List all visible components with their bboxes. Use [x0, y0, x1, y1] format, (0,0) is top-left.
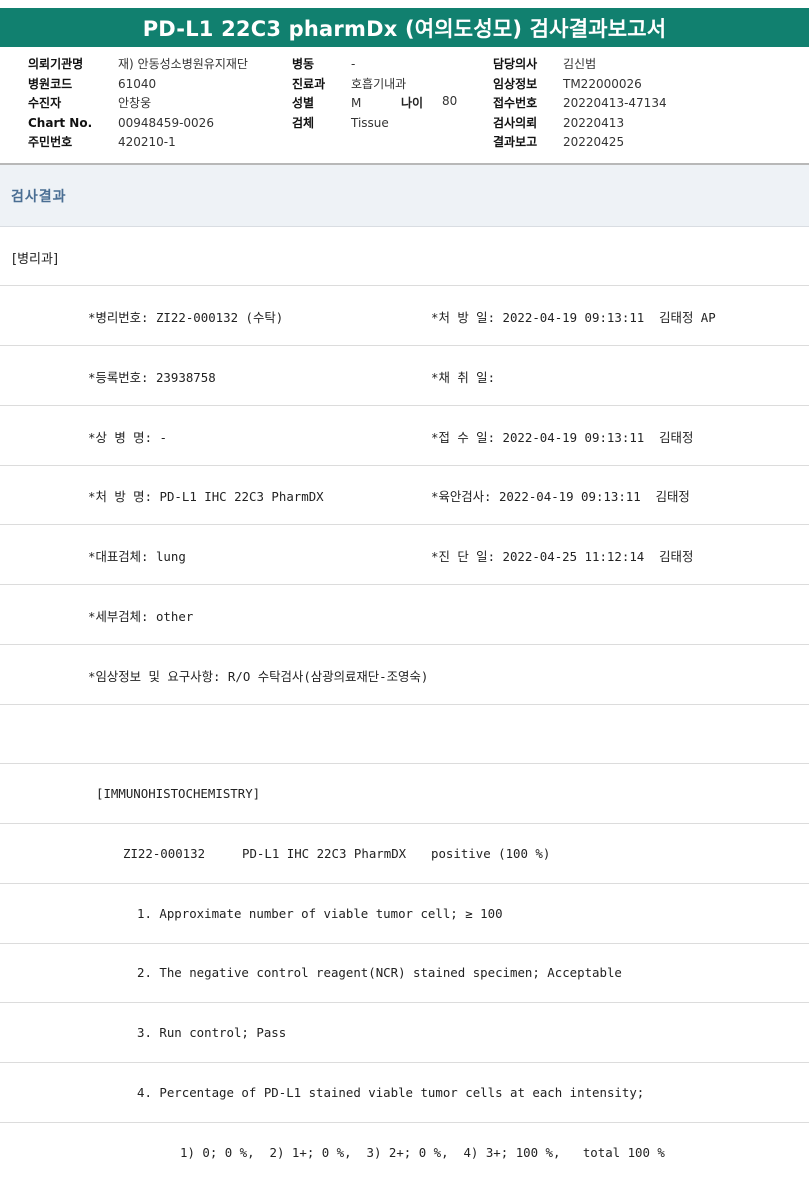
value-resident-no: 420210-1 — [118, 135, 176, 149]
value-requesting-institution: 재) 안동성소병원유지재단 — [118, 57, 248, 71]
ihc-case-id: ZI22-000132 — [123, 846, 206, 861]
ihc-result: positive (100 %) — [431, 846, 551, 861]
clinical-info-request: *임상정보 및 요구사항: R/O 수탁검사(삼광의료재단-조영숙) — [88, 669, 429, 684]
label-receipt-no: 접수번호 — [493, 96, 538, 110]
header-col1-labels: 의뢰기관명 병원코드 수진자 Chart No. 주민번호 — [28, 55, 118, 153]
ihc-heading: [IMMUNOHISTOCHEMISTRY] — [96, 786, 261, 801]
label-requesting-institution: 의뢰기관명 — [28, 57, 84, 71]
value-department: 호흡기내과 — [351, 76, 407, 91]
result-row: *세부검체: other — [0, 586, 809, 645]
pathology-no: *병리번호: ZI22-000132 (수탁) — [88, 310, 284, 325]
result-row: *임상정보 및 요구사항: R/O 수탁검사(삼광의료재단-조영숙) — [0, 646, 809, 705]
report-title: PD-L1 22C3 pharmDx (여의도성모) 검사결과보고서 — [0, 8, 809, 47]
value-age: 80 — [442, 94, 458, 108]
header-col2-labels: 병동 진료과 성별 검체 — [292, 55, 352, 133]
receipt-date: *접 수 일: 2022-04-19 09:13:11 김태정 — [431, 430, 694, 445]
label-clinical-info: 임상정보 — [493, 76, 538, 91]
value-clinical-info: TM22000026 — [563, 76, 642, 91]
value-request-date: 20220413 — [563, 115, 625, 130]
value-specimen: Tissue — [351, 115, 389, 130]
results-section-header: 검사결과 — [0, 165, 809, 227]
gross-exam: *육안검사: 2022-04-19 09:13:11 김태정 — [431, 489, 690, 504]
label-patient: 수진자 — [28, 96, 62, 110]
label-report-date: 결과보고 — [493, 135, 538, 149]
header-col1-values: 재) 안동성소병원유지재단 61040 안창웅 00948459-0026 42… — [118, 55, 288, 153]
diagnosis-date: *진 단 일: 2022-04-25 11:12:14 김태정 — [431, 549, 694, 564]
ihc-item-4: 4. Percentage of PD-L1 stained viable tu… — [137, 1085, 645, 1100]
value-ward: - — [351, 57, 356, 71]
ihc-item-3: 3. Run control; Pass — [137, 1025, 287, 1040]
label-attending-physician: 담당의사 — [493, 57, 538, 71]
label-ward: 병동 — [292, 57, 315, 71]
label-hospital-code: 병원코드 — [28, 76, 73, 91]
dept-label: [병리과] — [12, 252, 59, 267]
label-sex: 성별 — [292, 96, 315, 110]
ihc-row: 1. Approximate number of viable tumor ce… — [0, 885, 809, 944]
label-resident-no: 주민번호 — [28, 135, 73, 149]
detail-specimen: *세부검체: other — [88, 609, 194, 624]
value-receipt-no: 20220413-47134 — [563, 96, 667, 110]
value-attending-physician: 김신범 — [563, 57, 597, 71]
order-date: *처 방 일: 2022-04-19 09:13:11 김태정 AP — [431, 310, 716, 325]
order-name: *처 방 명: PD-L1 IHC 22C3 PharmDX — [88, 489, 324, 504]
diagnosis-name: *상 병 명: - — [88, 430, 167, 445]
ihc-intensity-breakdown: 1) 0; 0 %, 2) 1+; 0 %, 3) 2+; 0 %, 4) 3+… — [180, 1145, 665, 1160]
ihc-item-2: 2. The negative control reagent(NCR) sta… — [137, 965, 622, 980]
label-age: 나이 — [401, 96, 424, 110]
ihc-row: 4. Percentage of PD-L1 stained viable tu… — [0, 1064, 809, 1123]
ihc-row: ZI22-000132 PD-L1 IHC 22C3 PharmDX posit… — [0, 825, 809, 884]
value-chart-no: 00948459-0026 — [118, 115, 214, 130]
ihc-test-name: PD-L1 IHC 22C3 PharmDX — [242, 846, 407, 861]
label-chart-no: Chart No. — [28, 115, 93, 130]
ihc-row: 2. The negative control reagent(NCR) sta… — [0, 944, 809, 1003]
dept-row: [병리과] — [0, 227, 809, 286]
result-row: *처 방 명: PD-L1 IHC 22C3 PharmDX *육안검사: 20… — [0, 466, 809, 525]
value-report-date: 20220425 — [563, 135, 625, 149]
ihc-row: [IMMUNOHISTOCHEMISTRY] — [0, 765, 809, 824]
blank-row — [0, 705, 809, 764]
label-department: 진료과 — [292, 76, 326, 91]
collection-date: *채 취 일: — [431, 370, 496, 385]
result-row: *병리번호: ZI22-000132 (수탁) *처 방 일: 2022-04-… — [0, 287, 809, 346]
registration-no: *등록번호: 23938758 — [88, 370, 216, 385]
ihc-item-1: 1. Approximate number of viable tumor ce… — [137, 906, 503, 921]
result-row: *등록번호: 23938758 *채 취 일: — [0, 347, 809, 406]
label-request-date: 검사의뢰 — [493, 115, 538, 130]
value-patient: 안창웅 — [118, 96, 152, 110]
representative-specimen: *대표검체: lung — [88, 549, 186, 564]
result-row: *대표검체: lung *진 단 일: 2022-04-25 11:12:14 … — [0, 526, 809, 585]
section-title: 검사결과 — [11, 189, 67, 205]
header-col3-labels: 담당의사 임상정보 접수번호 검사의뢰 결과보고 — [493, 55, 563, 153]
header-col3-values: 김신범 TM22000026 20220413-47134 20220413 2… — [563, 55, 763, 153]
ihc-row: 1) 0; 0 %, 2) 1+; 0 %, 3) 2+; 0 %, 4) 3+… — [0, 1124, 809, 1183]
value-hospital-code: 61040 — [118, 76, 157, 91]
ihc-row: 3. Run control; Pass — [0, 1004, 809, 1063]
result-row: *상 병 명: - *접 수 일: 2022-04-19 09:13:11 김태… — [0, 407, 809, 466]
label-specimen: 검체 — [292, 115, 315, 130]
